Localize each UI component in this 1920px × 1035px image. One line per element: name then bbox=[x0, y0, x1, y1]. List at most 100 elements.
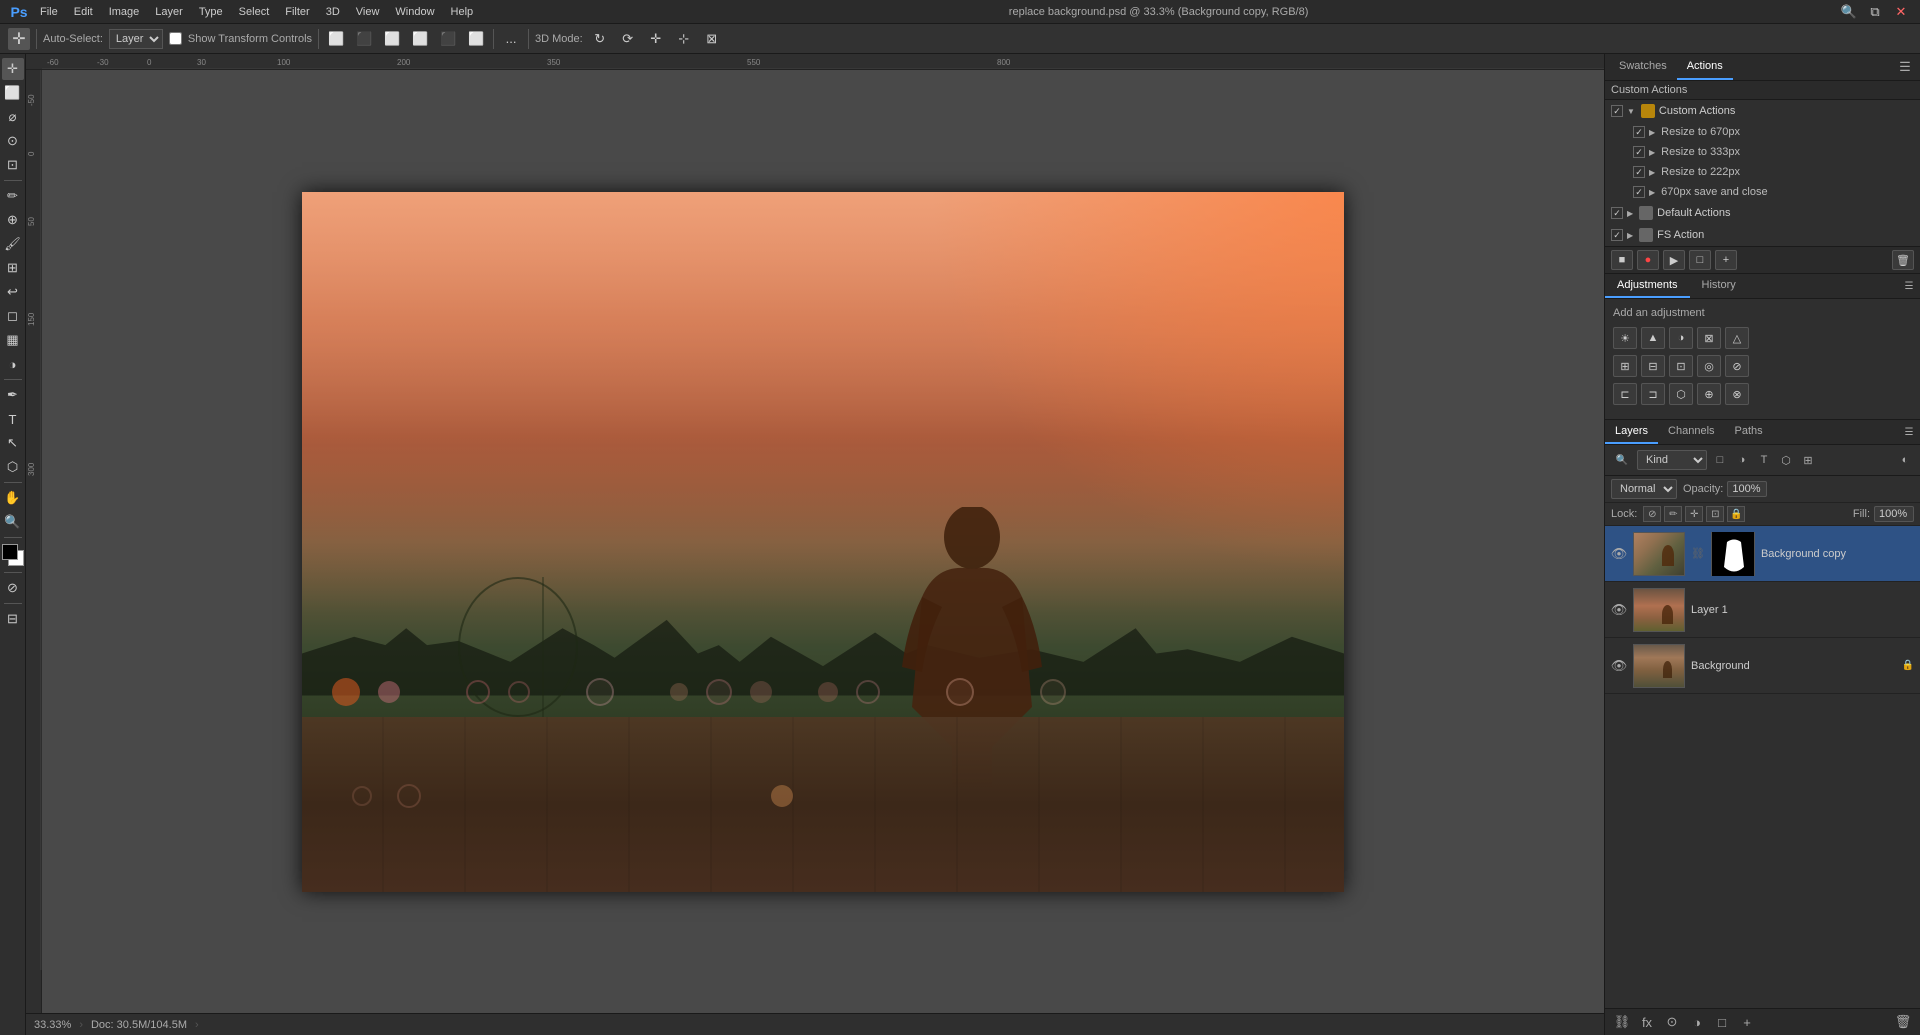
adj-channel-mixer-icon[interactable]: ⊘ bbox=[1725, 355, 1749, 377]
orbit-icon[interactable]: ⟳ bbox=[617, 28, 639, 50]
filter-smart-icon[interactable]: ⊞ bbox=[1799, 451, 1817, 469]
layer-item-background-copy[interactable]: 👁 ⛓ Background copy bbox=[1605, 526, 1920, 582]
marquee-tool[interactable]: ⬜ bbox=[2, 82, 24, 104]
pen-tool[interactable]: ✒ bbox=[2, 384, 24, 406]
adj-bw-icon[interactable]: ⊡ bbox=[1669, 355, 1693, 377]
menu-type[interactable]: Type bbox=[193, 4, 229, 20]
menu-file[interactable]: File bbox=[34, 4, 64, 20]
menu-select[interactable]: Select bbox=[233, 4, 276, 20]
resize-222-checkbox[interactable]: ✓ bbox=[1633, 166, 1645, 178]
canvas-area[interactable] bbox=[42, 70, 1604, 1013]
tab-channels[interactable]: Channels bbox=[1658, 420, 1724, 444]
adj-threshold-icon[interactable]: ⬡ bbox=[1669, 383, 1693, 405]
align-center-h-icon[interactable]: ⬛ bbox=[353, 28, 375, 50]
type-tool[interactable]: T bbox=[2, 408, 24, 430]
layer-item-background[interactable]: 👁 Background 🔒 bbox=[1605, 638, 1920, 694]
adj-gradient-map-icon[interactable]: ⊕ bbox=[1697, 383, 1721, 405]
default-actions-checkbox[interactable]: ✓ bbox=[1611, 207, 1623, 219]
adj-exposure-icon[interactable]: ⊠ bbox=[1697, 327, 1721, 349]
filter-shape-icon[interactable]: ⬡ bbox=[1777, 451, 1795, 469]
ps-logo[interactable]: Ps bbox=[8, 1, 30, 23]
tab-paths[interactable]: Paths bbox=[1725, 420, 1773, 444]
resize-333-checkbox[interactable]: ✓ bbox=[1633, 146, 1645, 158]
hand-tool[interactable]: ✋ bbox=[2, 487, 24, 509]
pan-icon[interactable]: ✛ bbox=[645, 28, 667, 50]
create-layer-btn[interactable]: + bbox=[1736, 1012, 1758, 1032]
adj-levels-icon[interactable]: ▲ bbox=[1641, 327, 1665, 349]
menu-edit[interactable]: Edit bbox=[68, 4, 99, 20]
quick-select-tool[interactable]: ⊙ bbox=[2, 130, 24, 152]
scale-3d-icon[interactable]: ⊠ bbox=[701, 28, 723, 50]
new-action-btn[interactable]: + bbox=[1715, 250, 1737, 270]
action-item-resize-222[interactable]: ✓ ▶ Resize to 222px bbox=[1605, 162, 1920, 182]
adj-vibrance-icon[interactable]: △ bbox=[1725, 327, 1749, 349]
path-select-tool[interactable]: ↖ bbox=[2, 432, 24, 454]
foreground-background-colors[interactable] bbox=[2, 544, 24, 566]
adj-invert-icon[interactable]: ⊏ bbox=[1613, 383, 1637, 405]
gradient-tool[interactable]: ▦ bbox=[2, 329, 24, 351]
history-brush-tool[interactable]: ↩ bbox=[2, 281, 24, 303]
filter-adj-icon[interactable]: ◑ bbox=[1733, 451, 1751, 469]
play-action-btn[interactable]: ▶ bbox=[1663, 250, 1685, 270]
tab-swatches[interactable]: Swatches bbox=[1609, 54, 1677, 80]
tab-history[interactable]: History bbox=[1690, 274, 1748, 298]
shape-tool[interactable]: ⬡ bbox=[2, 456, 24, 478]
action-item-670-save[interactable]: ✓ ▶ 670px save and close bbox=[1605, 182, 1920, 202]
adj-posterize-icon[interactable]: ⊐ bbox=[1641, 383, 1665, 405]
eraser-tool[interactable]: ◻ bbox=[2, 305, 24, 327]
screen-mode-icon[interactable]: ⊟ bbox=[2, 608, 24, 630]
rotate-3d-icon[interactable]: ↻ bbox=[589, 28, 611, 50]
add-layer-mask-btn[interactable]: ⊙ bbox=[1661, 1012, 1683, 1032]
custom-actions-checkbox[interactable]: ✓ bbox=[1611, 105, 1623, 117]
action-item-resize-333[interactable]: ✓ ▶ Resize to 333px bbox=[1605, 142, 1920, 162]
align-center-v-icon[interactable]: ⬛ bbox=[437, 28, 459, 50]
layers-panel-menu[interactable]: ☰ bbox=[1898, 421, 1920, 443]
adj-brightness-icon[interactable]: ☀ bbox=[1613, 327, 1637, 349]
window-close-icon[interactable]: ✕ bbox=[1890, 1, 1912, 23]
show-transform-checkbox[interactable] bbox=[169, 32, 182, 45]
tab-actions[interactable]: Actions bbox=[1677, 54, 1733, 80]
spot-heal-tool[interactable]: ⊕ bbox=[2, 209, 24, 231]
filter-type-icon[interactable]: T bbox=[1755, 451, 1773, 469]
action-group-default-header[interactable]: ✓ ▶ Default Actions bbox=[1605, 202, 1920, 224]
dodge-tool[interactable]: ◑ bbox=[2, 353, 24, 375]
lasso-tool[interactable]: ⌀ bbox=[2, 106, 24, 128]
record-action-btn[interactable]: ● bbox=[1637, 250, 1659, 270]
stop-action-btn[interactable]: ■ bbox=[1611, 250, 1633, 270]
action-group-custom-header[interactable]: ✓ ▼ Custom Actions bbox=[1605, 100, 1920, 122]
window-restore-icon[interactable]: ⧉ bbox=[1864, 1, 1886, 23]
align-bottom-icon[interactable]: ⬜ bbox=[465, 28, 487, 50]
delete-layer-btn[interactable]: 🗑 bbox=[1892, 1012, 1914, 1032]
opacity-input[interactable] bbox=[1727, 481, 1767, 497]
lock-position-btn[interactable]: ✛ bbox=[1685, 506, 1703, 522]
crop-tool[interactable]: ⊡ bbox=[2, 154, 24, 176]
foreground-color-swatch[interactable] bbox=[2, 544, 18, 560]
tab-adjustments[interactable]: Adjustments bbox=[1605, 274, 1690, 298]
menu-3d[interactable]: 3D bbox=[320, 4, 346, 20]
lock-artboard-btn[interactable]: ⊡ bbox=[1706, 506, 1724, 522]
filter-pixel-icon[interactable]: □ bbox=[1711, 451, 1729, 469]
adj-hsl-icon[interactable]: ⊞ bbox=[1613, 355, 1637, 377]
menu-help[interactable]: Help bbox=[445, 4, 480, 20]
layer-item-layer1[interactable]: 👁 Layer 1 bbox=[1605, 582, 1920, 638]
670-save-checkbox[interactable]: ✓ bbox=[1633, 186, 1645, 198]
layer-visibility-layer1[interactable]: 👁 bbox=[1611, 602, 1627, 618]
fs-action-checkbox[interactable]: ✓ bbox=[1611, 229, 1623, 241]
layers-filter-dropdown[interactable]: Kind bbox=[1637, 450, 1707, 470]
create-group-btn[interactable]: □ bbox=[1711, 1012, 1733, 1032]
adj-photo-filter-icon[interactable]: ◎ bbox=[1697, 355, 1721, 377]
action-group-fs-header[interactable]: ✓ ▶ FS Action bbox=[1605, 224, 1920, 246]
lock-transparent-btn[interactable]: ⊘ bbox=[1643, 506, 1661, 522]
layer-visibility-bg-copy[interactable]: 👁 bbox=[1611, 546, 1627, 562]
zoom-tool[interactable]: 🔍 bbox=[2, 511, 24, 533]
new-action-set-btn[interactable]: □ bbox=[1689, 250, 1711, 270]
adj-selective-color-icon[interactable]: ⊗ bbox=[1725, 383, 1749, 405]
action-item-resize-670[interactable]: ✓ ▶ Resize to 670px bbox=[1605, 122, 1920, 142]
menu-window[interactable]: Window bbox=[389, 4, 440, 20]
menu-image[interactable]: Image bbox=[103, 4, 146, 20]
adj-curves-icon[interactable]: ◑ bbox=[1669, 327, 1693, 349]
resize-670-checkbox[interactable]: ✓ bbox=[1633, 126, 1645, 138]
adj-panel-menu[interactable]: ☰ bbox=[1898, 275, 1920, 297]
add-layer-style-btn[interactable]: fx bbox=[1636, 1012, 1658, 1032]
lock-all-btn[interactable]: 🔒 bbox=[1727, 506, 1745, 522]
